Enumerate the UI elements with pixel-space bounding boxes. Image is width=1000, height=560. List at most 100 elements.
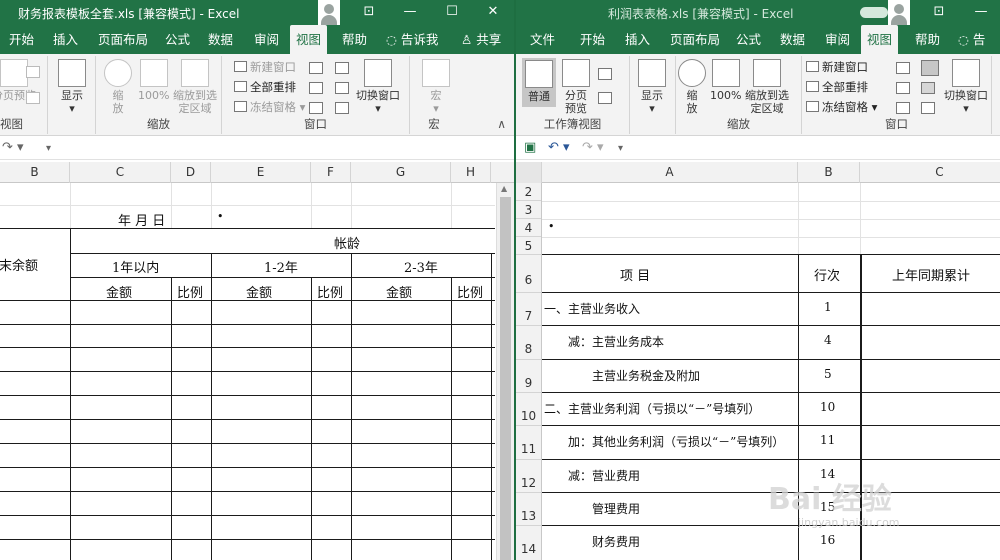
tab-review[interactable]: 审阅 <box>248 25 285 54</box>
row-header[interactable]: 2 <box>516 183 541 201</box>
account-avatar-icon[interactable] <box>318 0 340 25</box>
show-button[interactable]: 显示 ▾ <box>638 59 666 115</box>
col-header-d[interactable]: D <box>171 162 211 183</box>
col-header-a[interactable]: A <box>542 162 798 183</box>
col-header-e[interactable]: E <box>211 162 311 183</box>
tell-me-search[interactable]: ◌ 告 <box>952 25 991 54</box>
sync-scroll-icon[interactable] <box>921 82 935 94</box>
col-header-b[interactable]: B <box>798 162 860 183</box>
row-header[interactable]: 13 <box>516 493 541 526</box>
split-icon[interactable] <box>896 62 910 74</box>
hide-icon[interactable] <box>309 82 323 94</box>
left-column-headers: B C D E F G H <box>0 162 516 183</box>
freeze-panes-button[interactable]: 冻结窗格 ▾ <box>234 98 305 116</box>
col-header-f[interactable]: F <box>311 162 351 183</box>
zoom-button[interactable]: 缩放 <box>104 59 132 115</box>
custom-views-icon[interactable] <box>598 92 612 104</box>
tab-home[interactable]: 开始 <box>574 25 611 54</box>
view-side-by-side-icon[interactable] <box>335 62 349 74</box>
unhide-icon[interactable] <box>896 102 910 114</box>
tab-page-layout[interactable]: 页面布局 <box>92 25 154 54</box>
show-button[interactable]: 显示 ▾ <box>58 59 86 115</box>
scroll-up-icon[interactable]: ▲ <box>501 184 507 193</box>
page-break-preview-button[interactable]: 分页预览 <box>562 59 590 115</box>
row-header[interactable]: 10 <box>516 393 541 426</box>
tab-insert[interactable]: 插入 <box>619 25 656 54</box>
tab-review[interactable]: 审阅 <box>819 25 856 54</box>
col-header-g[interactable]: G <box>351 162 451 183</box>
normal-view-button[interactable]: 普通 <box>522 58 556 107</box>
tab-file[interactable]: 文件 <box>524 25 561 54</box>
row-header[interactable]: 9 <box>516 360 541 393</box>
tell-me-search[interactable]: ◌ 告诉我 <box>380 25 444 54</box>
redo-icon[interactable]: ↷ ▾ <box>2 140 24 155</box>
macros-button[interactable]: 宏 ▾ <box>422 59 450 115</box>
freeze-panes-button[interactable]: 冻结窗格 ▾ <box>806 98 877 116</box>
left-vertical-scrollbar[interactable]: ▲ <box>496 183 514 560</box>
customize-qat-icon[interactable]: ▾ <box>46 143 51 154</box>
undo-icon[interactable]: ↶ ▾ <box>548 140 570 155</box>
zoom-button[interactable]: 缩放 <box>678 59 706 115</box>
col-header-c[interactable]: C <box>70 162 171 183</box>
row-header[interactable]: 8 <box>516 326 541 360</box>
zoom-to-selection-button[interactable]: 缩放到选定区域 <box>172 59 218 115</box>
row-header[interactable]: 5 <box>516 237 541 255</box>
arrange-all-button[interactable]: 全部重排 <box>234 78 296 96</box>
page-layout-view-icon[interactable] <box>598 68 612 80</box>
new-window-button[interactable]: 新建窗口 <box>234 58 296 76</box>
collapse-ribbon-icon[interactable]: ∧ <box>497 117 506 131</box>
unhide-icon[interactable] <box>309 102 323 114</box>
view-side-by-side-icon[interactable] <box>921 60 939 76</box>
zoom-100-button[interactable]: 100% <box>710 59 741 102</box>
tab-home[interactable]: 开始 <box>3 25 40 54</box>
maximize-icon[interactable]: ☐ <box>443 3 461 21</box>
tab-data[interactable]: 数据 <box>774 25 811 54</box>
tab-help[interactable]: 帮助 <box>336 25 373 54</box>
redo-icon[interactable]: ↷ ▾ <box>582 140 604 155</box>
tab-formulas[interactable]: 公式 <box>159 25 196 54</box>
page-layout-view-icon[interactable] <box>26 66 40 78</box>
row-header[interactable]: 7 <box>516 293 541 326</box>
col-header-c[interactable]: C <box>860 162 1000 183</box>
minimize-icon[interactable]: — <box>972 3 990 21</box>
arrange-all-button[interactable]: 全部重排 <box>806 78 868 96</box>
minimize-icon[interactable]: — <box>401 3 419 21</box>
customize-qat-icon[interactable]: ▾ <box>618 143 623 154</box>
row-header[interactable]: 14 <box>516 526 541 560</box>
scroll-thumb[interactable] <box>500 197 511 560</box>
row-header[interactable]: 3 <box>516 201 541 219</box>
share-button[interactable]: ♙ 共享 <box>455 25 507 54</box>
account-avatar-icon[interactable] <box>888 0 910 25</box>
row-header[interactable]: 4 <box>516 219 541 237</box>
tab-formulas[interactable]: 公式 <box>730 25 767 54</box>
tab-data[interactable]: 数据 <box>202 25 239 54</box>
reset-window-position-icon[interactable] <box>335 102 349 114</box>
new-window-button[interactable]: 新建窗口 <box>806 58 868 76</box>
tab-view[interactable]: 视图 <box>290 25 328 54</box>
select-all-corner[interactable] <box>516 162 542 183</box>
split-icon[interactable] <box>309 62 323 74</box>
col-header-h[interactable]: H <box>451 162 491 183</box>
save-icon[interactable]: ▣ <box>524 140 536 155</box>
reset-window-position-icon[interactable] <box>921 102 935 114</box>
tab-insert[interactable]: 插入 <box>47 25 84 54</box>
right-group-workbook-views: 普通 分页预览 工作簿视图 <box>516 56 630 134</box>
row-header[interactable]: 6 <box>516 255 541 293</box>
sync-scroll-icon[interactable] <box>335 82 349 94</box>
zoom-to-selection-button[interactable]: 缩放到选定区域 <box>744 59 790 115</box>
ribbon-display-options-icon[interactable]: ⊡ <box>360 3 378 21</box>
row-header[interactable]: 12 <box>516 460 541 493</box>
sign-in-pill[interactable] <box>860 7 888 18</box>
col-header-b[interactable]: B <box>0 162 70 183</box>
custom-views-icon[interactable] <box>26 92 40 104</box>
switch-windows-button[interactable]: 切换窗口 ▾ <box>356 59 400 115</box>
switch-windows-button[interactable]: 切换窗口 ▾ <box>944 59 988 115</box>
zoom-100-button[interactable]: 100% <box>138 59 169 102</box>
hide-icon[interactable] <box>896 82 910 94</box>
tab-page-layout[interactable]: 页面布局 <box>664 25 726 54</box>
ribbon-display-options-icon[interactable]: ⊡ <box>930 3 948 21</box>
close-icon[interactable]: ✕ <box>484 3 502 21</box>
tab-view[interactable]: 视图 <box>861 25 899 54</box>
row-header[interactable]: 11 <box>516 426 541 460</box>
tab-help[interactable]: 帮助 <box>909 25 946 54</box>
